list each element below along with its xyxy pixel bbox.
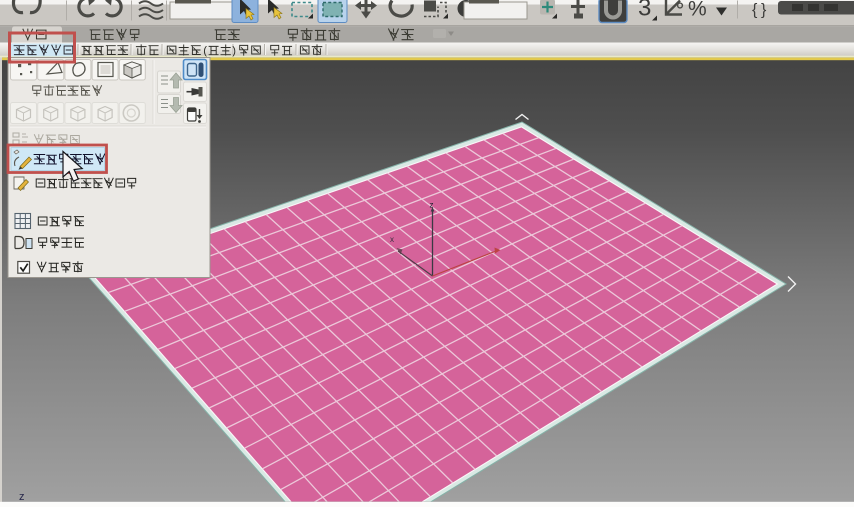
svg-text:(: ( [203,45,207,57]
svg-text:%: % [688,0,707,21]
svg-text:}: } [761,2,767,19]
svg-text:z: z [19,491,25,503]
svg-text:x: x [390,235,394,244]
svg-text:): ) [232,45,236,57]
svg-text:{: { [752,2,758,19]
svg-text:3: 3 [638,0,651,22]
svg-text:z: z [430,201,434,210]
